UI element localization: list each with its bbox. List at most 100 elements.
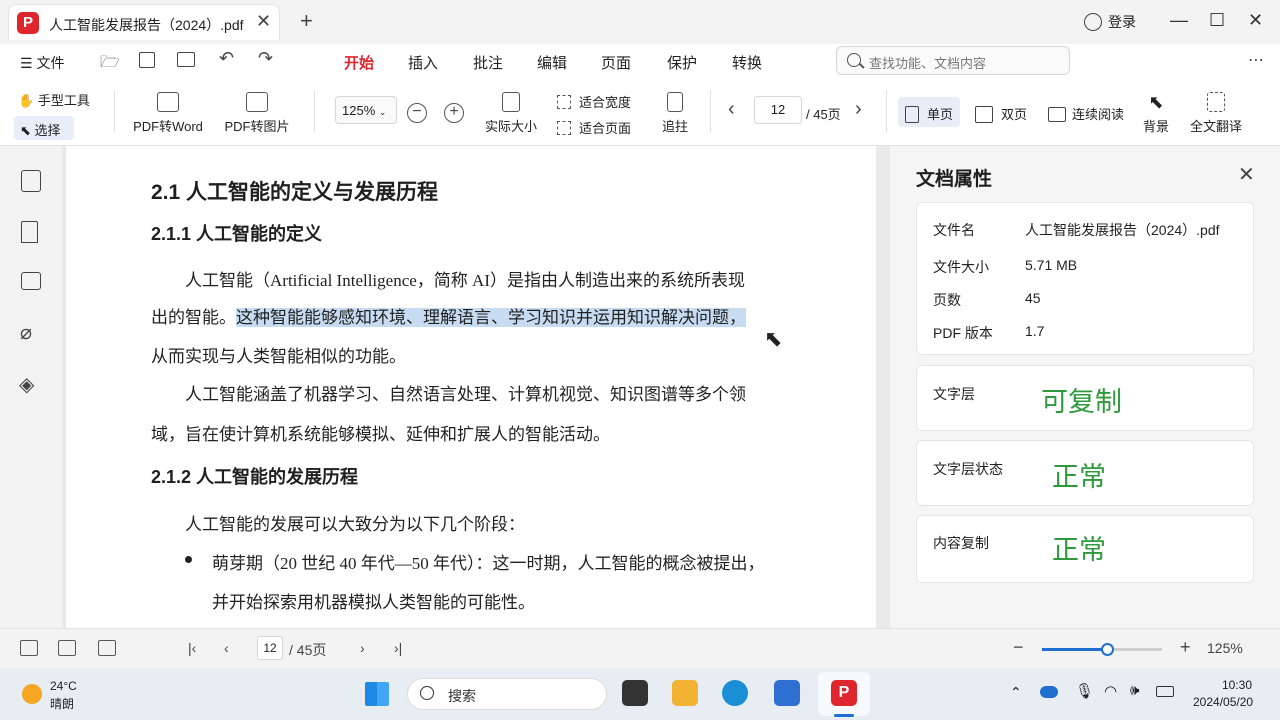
- hamburger-icon: ☰: [20, 55, 37, 71]
- file-menu[interactable]: ☰ 文件: [20, 53, 64, 73]
- text-layer-status-label: 文字层状态: [933, 461, 1003, 477]
- select-tool-button[interactable]: ⬉ 选择: [14, 116, 74, 140]
- first-page-button[interactable]: |‹: [188, 640, 196, 656]
- tab-title: 人工智能发展报告（2024）.pdf: [49, 17, 244, 33]
- microphone-icon[interactable]: 🎙: [1075, 682, 1094, 700]
- two-page-view-icon[interactable]: [58, 640, 76, 656]
- status-page-input[interactable]: 12: [257, 636, 283, 660]
- battery-icon[interactable]: [1156, 686, 1174, 697]
- search-icon: [847, 53, 861, 67]
- crop-button[interactable]: 追拄: [660, 92, 690, 135]
- tab-edit[interactable]: 编辑: [537, 52, 567, 73]
- weather-desc[interactable]: 晴朗: [50, 695, 74, 712]
- property-value: 人工智能发展报告（2024）.pdf: [1025, 222, 1220, 238]
- chevron-down-icon: ⌄: [378, 107, 387, 117]
- close-window-button[interactable]: ✕: [1248, 10, 1263, 31]
- paragraph-line: 人工智能（Artificial Intelligence，简称 AI）是指由人制…: [185, 271, 745, 290]
- zoom-select[interactable]: 125% ⌄: [335, 96, 397, 124]
- prev-page-button[interactable]: ‹: [224, 640, 229, 656]
- continuous-read-button[interactable]: 连续阅读: [1048, 104, 1124, 123]
- file-explorer-icon[interactable]: [672, 680, 698, 706]
- taskbar-search[interactable]: 搜索: [407, 678, 607, 710]
- page-thumbnail-icon[interactable]: [21, 170, 41, 192]
- clock-date[interactable]: 2024/05/20: [1193, 695, 1253, 709]
- zoom-out-status-button[interactable]: −: [1013, 637, 1024, 658]
- book-view-icon[interactable]: [98, 640, 116, 656]
- windows-start-icon[interactable]: [365, 682, 389, 706]
- tab-protect[interactable]: 保护: [667, 52, 697, 73]
- background-button[interactable]: ⬉ 背景: [1140, 92, 1172, 135]
- paragraph-line: 人工智能涵盖了机器学习、自然语言处理、计算机视觉、知识图谱等多个领: [185, 385, 746, 404]
- store-icon[interactable]: [774, 680, 800, 706]
- clock-time[interactable]: 10:30: [1222, 678, 1252, 692]
- sidebar-toggle-icon[interactable]: [20, 640, 38, 656]
- pdf-to-image-button[interactable]: PDF转图片: [224, 92, 290, 135]
- zoom-slider-handle[interactable]: [1101, 643, 1114, 656]
- search-input[interactable]: 查找功能、文档内容: [836, 46, 1070, 75]
- print-icon[interactable]: [177, 52, 195, 67]
- full-translate-button[interactable]: 全文翻译: [1188, 92, 1244, 135]
- undo-icon[interactable]: ↶: [219, 48, 234, 69]
- bullet-icon: [185, 556, 192, 563]
- minimize-button[interactable]: —: [1170, 10, 1188, 31]
- paragraph-line: 人工智能的发展可以大致分为以下几个阶段：: [185, 515, 525, 534]
- next-page-button[interactable]: ›: [855, 98, 862, 121]
- pdf-to-word-button[interactable]: PDF转Word: [133, 92, 203, 135]
- search-icon: [420, 686, 434, 700]
- zoom-slider[interactable]: [1042, 643, 1162, 656]
- document-scrollbar[interactable]: [876, 146, 890, 628]
- panel-close-icon[interactable]: ✕: [1238, 162, 1255, 187]
- maximize-button[interactable]: ☐: [1209, 10, 1225, 31]
- task-view-icon[interactable]: [622, 680, 648, 706]
- next-page-status-button[interactable]: ›: [360, 640, 365, 656]
- volume-icon[interactable]: 🕪: [1130, 682, 1139, 699]
- status-total-pages: / 45页: [289, 642, 327, 658]
- property-label: 文件名: [933, 222, 975, 238]
- user-icon: [1084, 13, 1102, 31]
- zoom-in-status-button[interactable]: +: [1180, 637, 1191, 658]
- comment-icon[interactable]: [21, 272, 41, 290]
- save-icon[interactable]: [139, 52, 155, 68]
- tab-close-icon[interactable]: ✕: [256, 11, 271, 32]
- onedrive-icon[interactable]: [1040, 686, 1058, 698]
- text-layer-status-card: 文字层状态 正常: [916, 440, 1254, 506]
- page-number-input[interactable]: 12: [754, 96, 802, 124]
- document-tab[interactable]: P 人工智能发展报告（2024）.pdf ✕: [8, 4, 280, 40]
- panel-title: 文档属性: [916, 169, 993, 190]
- tab-annotate[interactable]: 批注: [473, 52, 503, 73]
- property-label: 文件大小: [933, 259, 989, 275]
- tab-convert[interactable]: 转换: [732, 52, 762, 73]
- previous-page-button[interactable]: ‹: [728, 98, 735, 121]
- zoom-in-button[interactable]: +: [444, 103, 464, 123]
- document-viewport[interactable]: 2.1 人工智能的定义与发展历程 2.1.1 人工智能的定义 人工智能（Arti…: [62, 146, 890, 628]
- wifi-icon[interactable]: ◠: [1104, 682, 1117, 700]
- tab-start[interactable]: 开始: [344, 52, 375, 81]
- property-value: 45: [1025, 290, 1041, 306]
- redo-icon[interactable]: ↷: [258, 48, 273, 69]
- text-layer-label: 文字层: [933, 386, 975, 402]
- bookmark-icon[interactable]: [21, 221, 38, 243]
- more-options-icon[interactable]: ⋯: [1248, 50, 1264, 70]
- edge-browser-icon[interactable]: [722, 680, 748, 706]
- actual-size-icon: [502, 92, 520, 112]
- double-page-button[interactable]: 双页: [975, 104, 1027, 123]
- weather-temp[interactable]: 24°C: [50, 679, 77, 693]
- hand-tool-button[interactable]: ✋ 手型工具: [18, 90, 90, 109]
- fit-page-button[interactable]: 适合页面: [557, 118, 631, 137]
- attachment-icon[interactable]: ⌀: [20, 320, 32, 345]
- new-tab-button[interactable]: +: [300, 9, 313, 33]
- login-button[interactable]: 登录: [1084, 12, 1136, 32]
- selected-text[interactable]: 这种智能能够感知环境、理解语言、学习知识并运用知识解决问题，: [236, 308, 746, 327]
- tab-page[interactable]: 页面: [601, 52, 631, 73]
- list-item: 并开始探索用机器模拟人类智能的可能性。: [212, 593, 535, 612]
- tab-insert[interactable]: 插入: [408, 52, 438, 73]
- layers-icon[interactable]: ◈: [19, 372, 34, 397]
- fit-width-button[interactable]: 适合宽度: [557, 92, 631, 111]
- text-layer-status-value: 正常: [1052, 462, 1106, 492]
- tray-expand-icon[interactable]: ⌃: [1010, 684, 1022, 701]
- fit-width-icon: [557, 95, 571, 109]
- zoom-out-button[interactable]: −: [407, 103, 427, 123]
- last-page-button[interactable]: ›|: [394, 640, 402, 656]
- open-folder-icon[interactable]: 🗁: [100, 51, 120, 78]
- actual-size-button[interactable]: 实际大小: [484, 92, 538, 135]
